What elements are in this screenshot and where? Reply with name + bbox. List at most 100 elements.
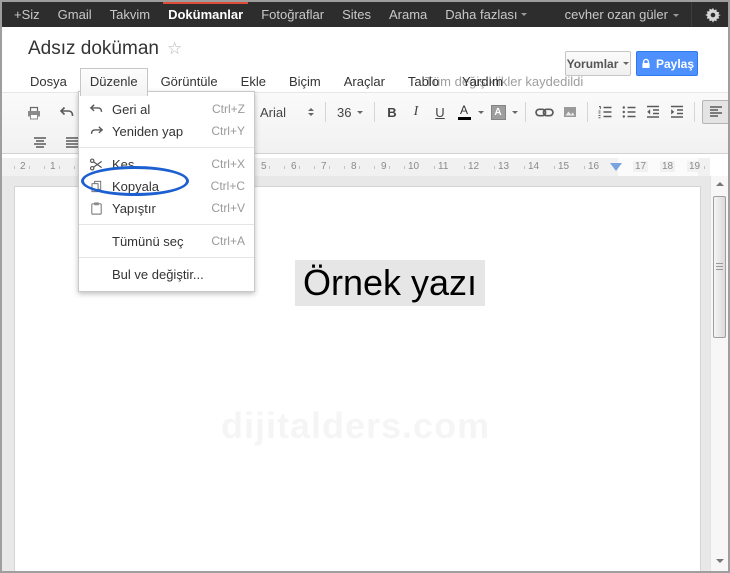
menu-item-find-replace[interactable]: Bul ve değiştir... [79, 263, 254, 285]
menu-ekle[interactable]: Ekle [231, 68, 276, 96]
chevron-down-icon [521, 13, 528, 19]
undo-icon [59, 106, 74, 116]
link-icon [535, 107, 554, 117]
divider [374, 102, 375, 122]
italic-button[interactable]: I [406, 100, 426, 124]
align-left-button[interactable] [702, 100, 728, 124]
text-color-button[interactable]: A [454, 100, 474, 124]
gbar-item-dokumanlar[interactable]: Dokümanlar [159, 2, 252, 27]
menu-item-copy[interactable]: Kopyala Ctrl+C [79, 175, 254, 197]
redo-icon [85, 124, 107, 139]
print-icon [28, 106, 40, 120]
decrease-indent-button[interactable] [643, 100, 663, 124]
menu-item-label: Tümünü seç [112, 233, 184, 249]
gbar-item-sites[interactable]: Sites [333, 2, 380, 27]
divider [691, 2, 692, 27]
scroll-down-arrow-icon[interactable] [716, 559, 724, 563]
gbar-item-arama[interactable]: Arama [380, 2, 436, 27]
ruler-number: 9 [379, 161, 389, 172]
menu-item-shortcut: Ctrl+A [211, 234, 245, 248]
numbered-list-icon [598, 106, 612, 119]
cut-icon [85, 157, 107, 172]
menu-item-paste[interactable]: Yapıştır Ctrl+V [79, 197, 254, 219]
chevron-down-icon[interactable] [512, 110, 518, 117]
numbered-list-button[interactable] [595, 100, 615, 124]
menu-tablo[interactable]: Tablo [398, 68, 449, 96]
settings-button[interactable] [698, 7, 728, 23]
align-left-icon [710, 106, 722, 117]
menu-separator [79, 224, 254, 225]
underline-button[interactable]: U [430, 100, 450, 124]
ruler-number: 7 [319, 161, 329, 172]
star-icon[interactable]: ☆ [167, 39, 182, 59]
bulleted-list-button[interactable] [619, 100, 639, 124]
menu-item-label: Kopyala [112, 178, 159, 194]
comments-label: Yorumlar [566, 56, 619, 71]
watermark-text: dijitalders.com [221, 405, 491, 446]
share-label: Paylaş [655, 56, 695, 71]
increase-indent-button[interactable] [667, 100, 687, 124]
menu-item-undo[interactable]: Geri al Ctrl+Z [79, 98, 254, 120]
undo-button[interactable] [57, 101, 77, 125]
align-center-icon [34, 137, 46, 148]
menu-yardim[interactable]: Yardım [452, 68, 513, 96]
menu-item-label: Geri al [112, 101, 151, 117]
align-center-button[interactable] [30, 131, 50, 155]
menu-bicim[interactable]: Biçim [279, 68, 331, 96]
menu-item-label: Yeniden yap [112, 123, 184, 139]
menu-bar: Dosya Düzenle Görüntüle Ekle Biçim Araçl… [20, 68, 513, 96]
chevron-down-icon [673, 13, 679, 20]
menu-item-select-all[interactable]: Tümünü seç Ctrl+A [79, 230, 254, 252]
chevron-down-icon [623, 62, 630, 68]
ruler-number: 12 [466, 161, 482, 172]
copy-icon [85, 179, 107, 194]
gear-icon [705, 7, 721, 23]
menu-item-shortcut: Ctrl+C [210, 179, 245, 193]
ruler-number: 16 [586, 161, 602, 172]
scrollbar-thumb[interactable] [713, 196, 726, 338]
font-size-value: 36 [337, 104, 352, 120]
menu-item-shortcut: Ctrl+Z [212, 102, 245, 116]
gbar-item-gmail[interactable]: Gmail [49, 2, 101, 27]
document-title[interactable]: Adsız doküman [28, 38, 159, 60]
menu-item-cut[interactable]: Kes Ctrl+X [79, 153, 254, 175]
chevron-down-icon[interactable] [478, 110, 484, 117]
gbar-item-takvim[interactable]: Takvim [101, 2, 159, 27]
gbar-item-fotograflar[interactable]: Fotoğraflar [252, 2, 333, 27]
google-docs-window: +Siz Gmail Takvim Dokümanlar Fotoğraflar… [0, 0, 730, 573]
selected-text[interactable]: Örnek yazı [295, 260, 486, 306]
chevron-down-icon [357, 110, 363, 117]
menu-item-shortcut: Ctrl+X [211, 157, 245, 171]
highlight-color-icon: A [490, 104, 506, 120]
bulleted-list-icon [622, 106, 636, 118]
font-family-select[interactable]: Arial [256, 100, 318, 124]
insert-link-button[interactable] [533, 100, 556, 124]
gbar-item-siz[interactable]: +Siz [5, 2, 49, 27]
scroll-up-arrow-icon[interactable] [716, 182, 724, 186]
divider [325, 102, 326, 122]
gbar-item-daha-fazlasi[interactable]: Daha fazlası [436, 2, 536, 27]
menu-item-redo[interactable]: Yeniden yap Ctrl+Y [79, 120, 254, 142]
gbar-right-group: cevher ozan güler [565, 2, 728, 27]
highlight-color-button[interactable]: A [488, 100, 508, 124]
menu-dosya[interactable]: Dosya [20, 68, 77, 96]
ruler-number: 8 [349, 161, 359, 172]
menu-duzenle[interactable]: Düzenle [79, 68, 148, 96]
ruler-number: 19 [687, 161, 703, 172]
ruler-number: 13 [496, 161, 512, 172]
share-button[interactable]: Paylaş [636, 51, 698, 76]
font-family-value: Arial [260, 104, 287, 120]
print-button[interactable] [24, 101, 44, 125]
bold-button[interactable]: B [382, 100, 402, 124]
ruler-margin-zone [618, 158, 698, 176]
vertical-scrollbar[interactable] [710, 176, 728, 571]
menu-goruntule[interactable]: Görüntüle [151, 68, 228, 96]
font-size-select[interactable]: 36 [333, 100, 367, 124]
user-name: cevher ozan güler [564, 7, 668, 22]
ruler-number: 14 [526, 161, 542, 172]
indent-marker[interactable] [610, 163, 622, 177]
comments-button[interactable]: Yorumlar [565, 51, 631, 76]
menu-araclar[interactable]: Araçlar [334, 68, 395, 96]
insert-image-button[interactable] [560, 100, 580, 124]
account-menu[interactable]: cevher ozan güler [565, 7, 683, 22]
